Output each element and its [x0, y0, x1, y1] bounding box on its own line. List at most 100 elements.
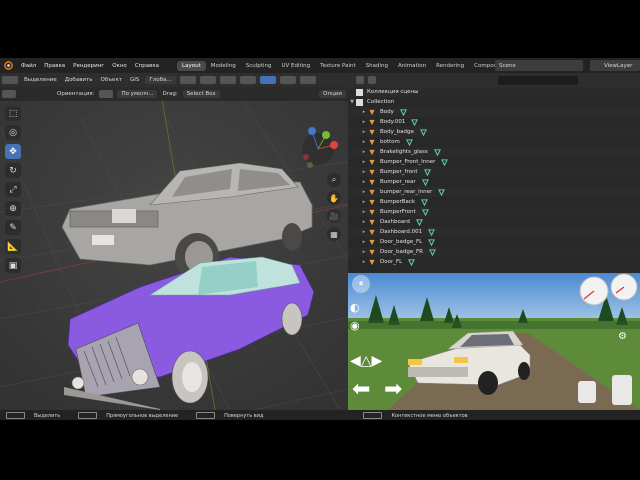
orientation-dropdown[interactable]: По умолч... — [117, 90, 158, 98]
menu-help[interactable]: Справка — [131, 63, 163, 69]
outliner-item[interactable]: ▸ Dashboard.001 — [348, 227, 640, 237]
add-cube-tool-icon[interactable]: ▣ — [5, 258, 21, 273]
outliner-search-input[interactable] — [498, 75, 578, 85]
blender-logo-icon[interactable] — [3, 61, 13, 71]
scene-collection-row[interactable]: Коллекция сцены — [348, 87, 640, 97]
expand-icon[interactable]: ▼ — [348, 99, 356, 105]
pan-hand-icon[interactable]: ✋ — [327, 191, 341, 205]
shading-material-icon[interactable] — [299, 76, 316, 84]
expand-icon[interactable]: ▸ — [360, 159, 368, 165]
menu-gis[interactable]: GIS — [126, 77, 143, 83]
brake-pedal-icon[interactable] — [578, 381, 596, 403]
tab-uv-editing[interactable]: UV Editing — [276, 61, 315, 71]
outliner-item[interactable]: ▸ Door_badge_FL — [348, 237, 640, 247]
expand-icon[interactable]: ▸ — [360, 129, 368, 135]
outliner-item[interactable]: ▸ BumperBack — [348, 197, 640, 207]
tab-modeling[interactable]: Modeling — [206, 61, 241, 71]
steer-left-arrow-icon[interactable]: ⬅ — [352, 377, 370, 402]
outliner-item[interactable]: ▸ Bumper_front — [348, 167, 640, 177]
grid-icon[interactable]: ▦ — [327, 227, 341, 241]
tab-shading[interactable]: Shading — [361, 61, 393, 71]
select-box-tool-icon[interactable]: ⬚ — [5, 106, 21, 121]
scene-selector[interactable]: Scene — [495, 60, 583, 71]
expand-icon[interactable]: ▸ — [360, 229, 368, 235]
horn-icon[interactable]: ◉ — [350, 319, 360, 332]
camera-switch-icon[interactable]: ⚙ — [618, 331, 627, 342]
left-toolbar: ⬚ ◎ ✥ ↻ ⤢ ⊕ ✎ 📐 ▣ — [5, 106, 23, 277]
menu-render[interactable]: Рендеринг — [69, 63, 108, 69]
outliner-item[interactable]: ▸ Body_badge — [348, 127, 640, 137]
outliner-type-icon[interactable] — [356, 76, 364, 84]
options-dropdown[interactable]: Опции — [319, 90, 346, 98]
tab-sculpting[interactable]: Sculpting — [241, 61, 277, 71]
hazard-left-icon[interactable]: ◀△▶ — [350, 353, 382, 369]
object-icon — [369, 219, 375, 225]
scale-tool-icon[interactable]: ⤢ — [5, 182, 21, 197]
menu-file[interactable]: Файл — [17, 63, 40, 69]
gas-pedal-icon[interactable] — [612, 375, 632, 405]
tab-rendering[interactable]: Rendering — [431, 61, 469, 71]
3d-viewport[interactable] — [0, 87, 348, 410]
rotate-tool-icon[interactable]: ↻ — [5, 163, 21, 178]
expand-icon[interactable]: ▸ — [360, 119, 368, 125]
outliner-item[interactable]: ▸ bottom — [348, 137, 640, 147]
expand-icon[interactable]: ▸ — [360, 109, 368, 115]
snap-icon[interactable] — [199, 76, 216, 84]
outliner-item[interactable]: ▸ Body — [348, 107, 640, 117]
expand-icon[interactable]: ▸ — [360, 259, 368, 265]
menu-object[interactable]: Объект — [96, 77, 126, 83]
tab-layout[interactable]: Layout — [177, 60, 206, 71]
menu-edit[interactable]: Правка — [40, 63, 69, 69]
transform-tool-icon[interactable]: ⊕ — [5, 201, 21, 216]
expand-icon[interactable]: ▸ — [360, 149, 368, 155]
tab-texture-paint[interactable]: Texture Paint — [315, 61, 361, 71]
menu-add[interactable]: Добавить — [61, 77, 97, 83]
tab-animation[interactable]: Animation — [393, 61, 431, 71]
filter-icon[interactable] — [368, 76, 376, 84]
expand-icon[interactable]: ▸ — [360, 219, 368, 225]
outliner-item[interactable]: ▸ Bumper_rear — [348, 177, 640, 187]
outliner-item[interactable]: ▸ Dashboard — [348, 217, 640, 227]
xray-icon[interactable] — [259, 76, 276, 84]
view-layer-selector[interactable]: ViewLayer — [590, 60, 640, 71]
expand-icon[interactable]: ▸ — [360, 239, 368, 245]
expand-icon[interactable]: ▸ — [360, 139, 368, 145]
pause-icon[interactable]: ⏸ — [352, 275, 370, 293]
steer-right-arrow-icon[interactable]: ➡ — [384, 377, 402, 402]
shading-solid-icon[interactable] — [279, 76, 296, 84]
outliner-item[interactable]: ▸ bumper_rear_inner — [348, 187, 640, 197]
outliner-item[interactable]: ▸ Door_FL — [348, 257, 640, 267]
measure-tool-icon[interactable]: 📐 — [5, 239, 21, 254]
expand-icon[interactable]: ▸ — [360, 199, 368, 205]
cursor-tool-icon[interactable]: ◎ — [5, 125, 21, 140]
collection-label: Collection — [367, 99, 395, 105]
menu-window[interactable]: Окно — [108, 63, 131, 69]
overlay-icon[interactable] — [239, 76, 256, 84]
drag-label: Drag: — [162, 91, 178, 97]
proportional-edit-icon[interactable] — [219, 76, 236, 84]
outliner-item[interactable]: ▸ Body.001 — [348, 117, 640, 127]
transform-orientation-dropdown[interactable]: Глоба... — [145, 76, 176, 84]
collection-row[interactable]: ▼ Collection — [348, 97, 640, 107]
tool-settings-icon[interactable] — [2, 90, 16, 98]
mesh-data-icon — [428, 248, 436, 256]
editor-type-icon[interactable] — [2, 76, 18, 84]
expand-icon[interactable]: ▸ — [360, 189, 368, 195]
menu-select[interactable]: Выделение — [20, 77, 61, 83]
outliner-item[interactable]: ▸ BumperFront — [348, 207, 640, 217]
mesh-data-icon — [421, 198, 429, 206]
pivot-icon[interactable] — [179, 76, 196, 84]
expand-icon[interactable]: ▸ — [360, 179, 368, 185]
outliner-item[interactable]: ▸ Door_badge_FR — [348, 247, 640, 257]
expand-icon[interactable]: ▸ — [360, 249, 368, 255]
camera-icon[interactable]: 🎥 — [327, 209, 341, 223]
outliner-item[interactable]: ▸ Brakelights_glass — [348, 147, 640, 157]
expand-icon[interactable]: ▸ — [360, 169, 368, 175]
zoom-icon[interactable]: ⌕ — [327, 173, 341, 187]
expand-icon[interactable]: ▸ — [360, 209, 368, 215]
drag-dropdown[interactable]: Select Box — [182, 90, 220, 98]
headlights-icon[interactable]: ◐ — [350, 301, 360, 314]
outliner-item[interactable]: ▸ Bumper_Front_Inner — [348, 157, 640, 167]
annotate-tool-icon[interactable]: ✎ — [5, 220, 21, 235]
move-tool-icon[interactable]: ✥ — [5, 144, 21, 159]
